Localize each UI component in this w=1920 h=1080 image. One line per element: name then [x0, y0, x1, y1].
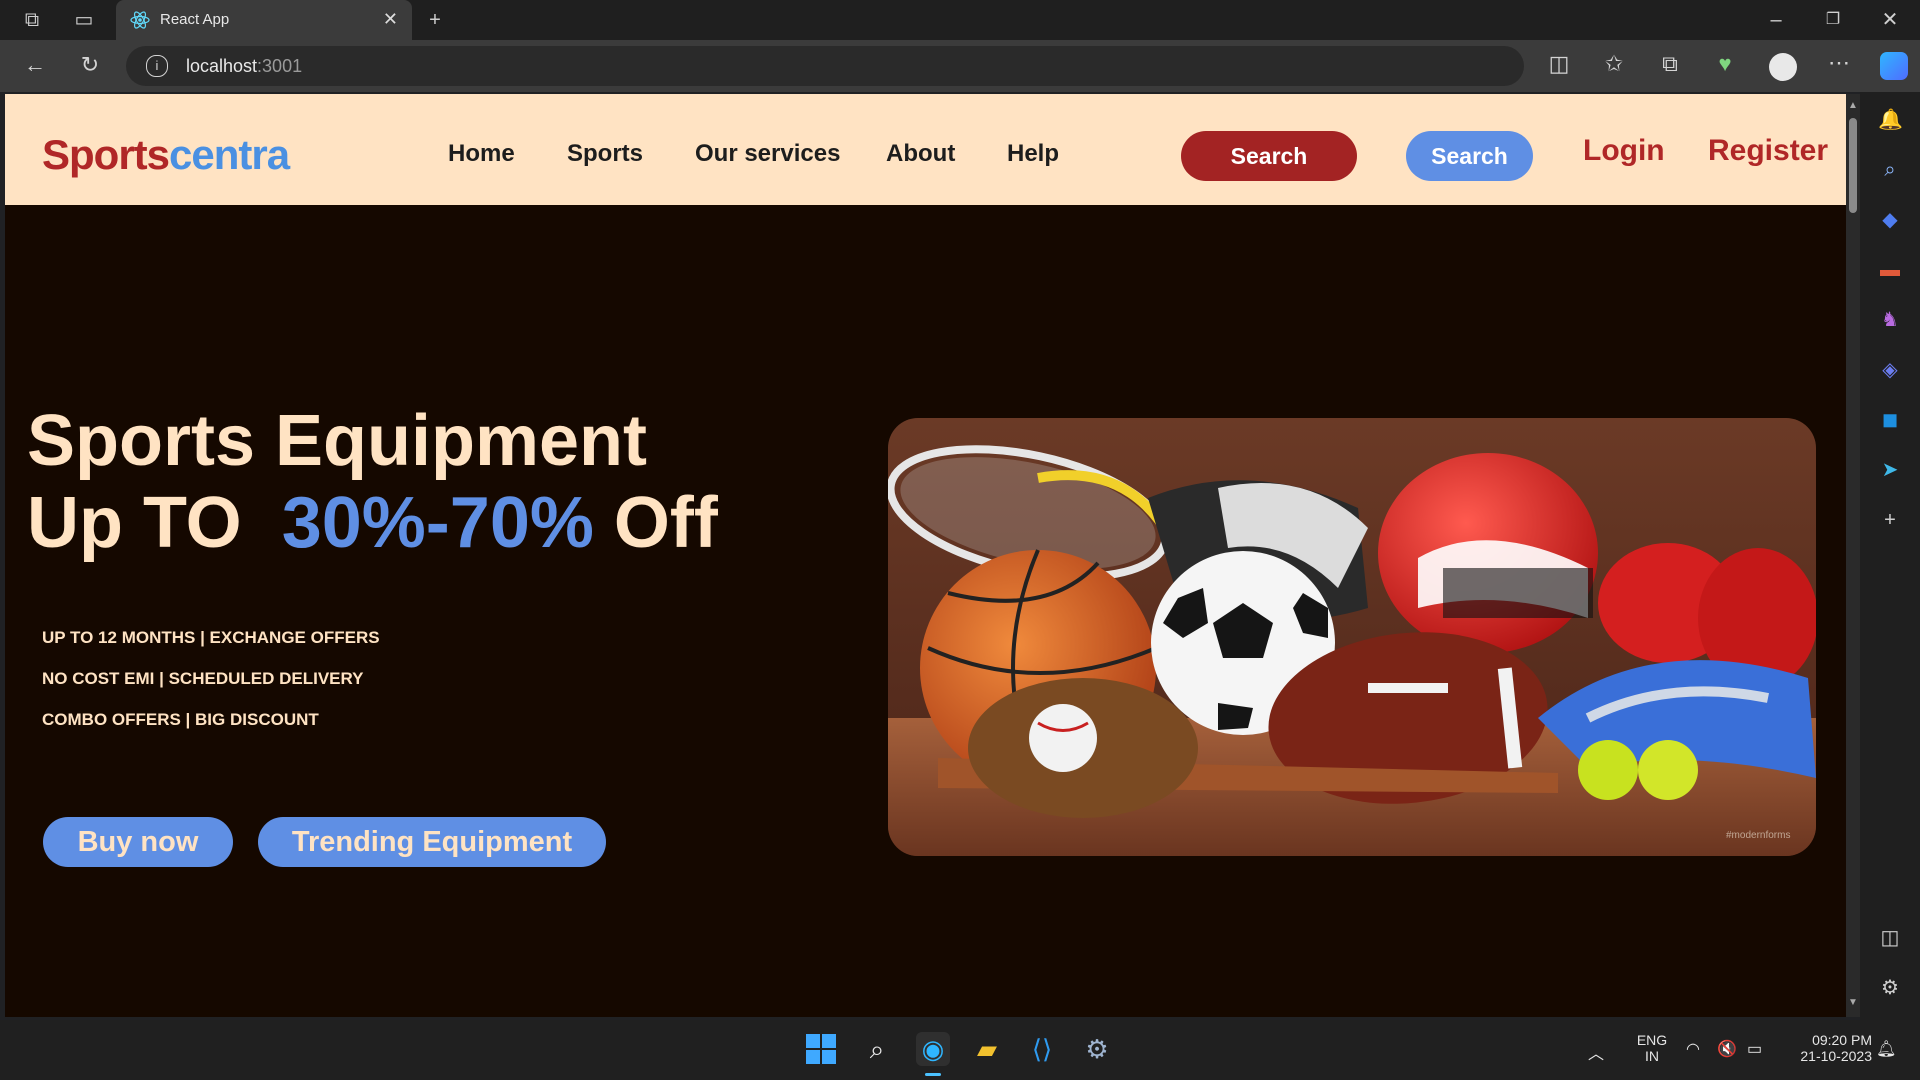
- edge-browser-icon[interactable]: ◉: [916, 1032, 950, 1066]
- volume-muted-icon[interactable]: 🔇: [1717, 1039, 1737, 1059]
- split-screen-icon[interactable]: ◫: [1544, 51, 1574, 77]
- shopping-tag-icon[interactable]: ◆: [1878, 208, 1902, 232]
- workspaces-icon[interactable]: ⧉: [20, 8, 44, 32]
- search-icon[interactable]: ⌕: [1878, 158, 1902, 182]
- site-header: Sportscentra Home Sports Our services Ab…: [5, 94, 1846, 205]
- battery-icon[interactable]: ▭: [1747, 1039, 1762, 1059]
- login-link[interactable]: Login: [1583, 134, 1665, 168]
- tab-title: React App: [160, 11, 230, 28]
- buy-now-button[interactable]: Buy now: [43, 817, 233, 867]
- tools-icon[interactable]: ▬: [1878, 258, 1902, 282]
- add-sidebar-app-icon[interactable]: +: [1878, 508, 1902, 532]
- minimize-icon[interactable]: –: [1764, 8, 1788, 32]
- show-hidden-icons-chevron-icon[interactable]: ︿: [1588, 1040, 1604, 1064]
- file-explorer-icon[interactable]: ▰: [970, 1032, 1004, 1066]
- clock[interactable]: 09:20 PM 21-10-2023: [1780, 1032, 1872, 1064]
- windows-taskbar: [0, 1020, 1920, 1080]
- register-link[interactable]: Register: [1708, 134, 1828, 168]
- more-options-icon[interactable]: ⋯: [1824, 50, 1854, 76]
- title-bar: ⧉ ▭ React App ✕ + – ❐ ✕: [0, 0, 1920, 40]
- discount-highlight: 30%-70%: [281, 483, 594, 563]
- offer-line-1: UP TO 12 MONTHS | EXCHANGE OFFERS: [42, 628, 380, 647]
- settings-app-icon[interactable]: ⚙: [1080, 1032, 1114, 1066]
- nav-help[interactable]: Help: [1007, 140, 1059, 168]
- trending-equipment-button[interactable]: Trending Equipment: [258, 817, 606, 867]
- search-button-blue[interactable]: Search: [1406, 131, 1533, 181]
- edge-sidebar: 🔔 ⌕ ◆ ▬ ♞ ◈ ◼ ➤ + ◫ ⚙: [1860, 92, 1920, 1020]
- language-indicator[interactable]: ENG IN: [1634, 1032, 1670, 1064]
- sidebar-settings-gear-icon[interactable]: ⚙: [1878, 976, 1902, 1000]
- favorites-icon[interactable]: ✩: [1599, 51, 1629, 77]
- headline-line-2: Up TO 30%-70% Off: [27, 483, 718, 563]
- close-tab-icon[interactable]: ✕: [383, 9, 398, 30]
- new-tab-icon[interactable]: +: [423, 8, 447, 32]
- clock-time: 09:20 PM: [1812, 1032, 1872, 1048]
- sports-equipment-image: #modernforms: [888, 418, 1816, 856]
- vs-code-icon[interactable]: ⟨⟩: [1025, 1032, 1059, 1066]
- tab-actions-icon[interactable]: ▭: [72, 8, 96, 32]
- search-button-red[interactable]: Search: [1181, 131, 1357, 181]
- sports-equipment-illustration: #modernforms: [888, 418, 1816, 856]
- hide-sidebar-icon[interactable]: ◫: [1878, 926, 1902, 950]
- headline-line-1: Sports Equipment: [27, 401, 648, 481]
- taskbar-search-icon[interactable]: ⌕: [860, 1032, 894, 1066]
- offer-line-3: COMBO OFFERS | BIG DISCOUNT: [42, 710, 319, 729]
- wifi-icon[interactable]: ◠: [1686, 1039, 1700, 1059]
- address-bar[interactable]: i localhost:3001: [126, 46, 1524, 86]
- url-text: localhost:3001: [186, 56, 303, 76]
- close-window-icon[interactable]: ✕: [1878, 8, 1902, 32]
- profile-avatar[interactable]: [1769, 53, 1797, 81]
- nav-about[interactable]: About: [886, 140, 955, 168]
- restore-icon[interactable]: ❐: [1821, 8, 1845, 32]
- nav-our-services[interactable]: Our services: [695, 140, 840, 168]
- scrollbar-thumb[interactable]: [1849, 118, 1857, 213]
- scroll-down-arrow-icon[interactable]: ▼: [1848, 997, 1858, 1008]
- outlook-icon[interactable]: ◼: [1878, 408, 1902, 432]
- collections-icon[interactable]: ⧉: [1655, 51, 1685, 77]
- react-logo-icon: [130, 11, 150, 29]
- copilot-icon[interactable]: [1880, 52, 1908, 80]
- notification-bell-icon[interactable]: 🔔: [1878, 108, 1903, 132]
- page-scrollbar[interactable]: ▲ ▼: [1846, 94, 1860, 1017]
- drop-icon[interactable]: ➤: [1878, 458, 1902, 482]
- notifications-icon[interactable]: 🔔︎: [1876, 1039, 1896, 1059]
- back-icon[interactable]: ←: [20, 52, 50, 78]
- games-icon[interactable]: ♞: [1878, 308, 1902, 332]
- tab-react-app[interactable]: React App ✕: [116, 0, 412, 40]
- windows-start-icon[interactable]: [806, 1034, 836, 1064]
- web-page: Sportscentra Home Sports Our services Ab…: [5, 94, 1846, 1017]
- nav-sports[interactable]: Sports: [567, 140, 643, 168]
- site-info-icon[interactable]: i: [146, 55, 168, 77]
- hero-headline: Sports Equipment Up TO 30%-70% Off: [27, 400, 718, 564]
- nav-home[interactable]: Home: [448, 140, 515, 168]
- active-app-indicator: [925, 1073, 941, 1076]
- image-watermark: #modernforms: [1726, 830, 1790, 841]
- browser-essentials-icon[interactable]: ♥: [1710, 51, 1740, 77]
- refresh-icon[interactable]: ↻: [75, 52, 105, 78]
- offer-line-2: NO COST EMI | SCHEDULED DELIVERY: [42, 669, 364, 688]
- microsoft-365-icon[interactable]: ◈: [1878, 358, 1902, 382]
- scroll-up-arrow-icon[interactable]: ▲: [1848, 100, 1858, 111]
- clock-date: 21-10-2023: [1800, 1048, 1872, 1064]
- site-logo[interactable]: Sportscentra: [42, 131, 290, 179]
